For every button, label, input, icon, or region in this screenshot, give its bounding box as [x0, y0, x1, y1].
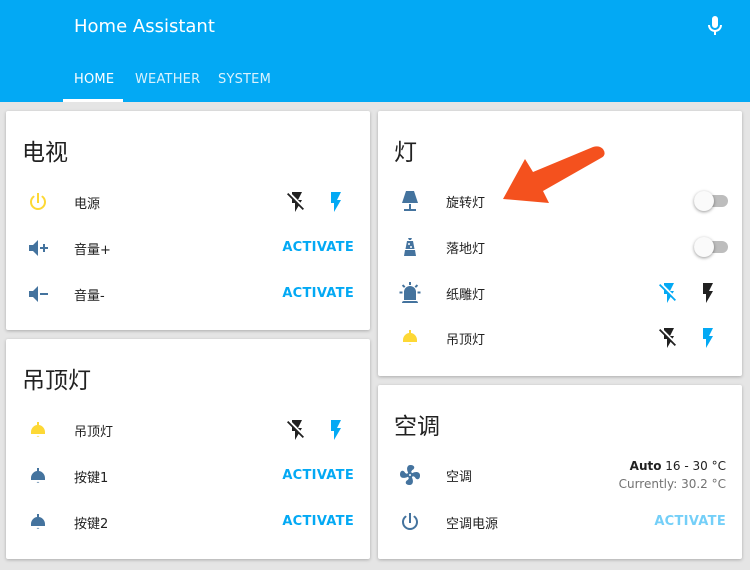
volume-down-row: 音量- ACTIVATE	[6, 274, 370, 314]
climate-state: Auto 16 - 30 °C Currently: 30.2 °C	[619, 457, 726, 493]
toggle-switch[interactable]	[694, 237, 728, 257]
annotation-arrow	[503, 146, 605, 203]
activate-button[interactable]: ACTIVATE	[282, 240, 354, 255]
tab-system[interactable]: SYSTEM	[218, 72, 271, 87]
row-label: 旋转灯	[446, 196, 486, 211]
row-label: 音量+	[74, 243, 111, 258]
power-icon	[30, 193, 46, 210]
row-label: 音量-	[74, 289, 105, 304]
flash-off-icon[interactable]	[657, 326, 681, 350]
row-label: 吊顶灯	[74, 425, 114, 440]
app-header: Home Assistant HOME WEATHER SYSTEM	[0, 0, 750, 102]
row-label: 纸雕灯	[446, 288, 486, 303]
row-label: 按键1	[74, 471, 109, 486]
volume-minus-icon	[29, 286, 48, 302]
row-label: 电源	[74, 197, 101, 212]
microphone-icon[interactable]	[703, 14, 727, 38]
ceiling-light-icon	[31, 422, 45, 437]
ac-climate-row: 空调 Auto 16 - 30 °C Currently: 30.2 °C	[378, 455, 742, 495]
climate-mode: Auto	[629, 459, 662, 473]
ceiling-light-row: 吊顶灯	[6, 410, 370, 450]
tab-weather[interactable]: WEATHER	[135, 72, 200, 87]
volume-plus-icon	[29, 240, 48, 256]
tv-card: 电视 电源 音量+ ACTIVATE 音量- ACTIVATE	[6, 111, 370, 330]
power-icon	[402, 513, 418, 530]
ceiling-card: 吊顶灯 吊顶灯 按键1 ACTIVATE 按键2 ACTIVATE	[6, 339, 370, 559]
toggle-thumb	[694, 191, 714, 211]
volume-up-row: 音量+ ACTIVATE	[6, 228, 370, 268]
card-title: 电视	[22, 140, 68, 166]
paper-lamp-row: 纸雕灯	[378, 273, 742, 313]
flash-off-icon[interactable]	[285, 418, 309, 442]
toggle-thumb	[694, 237, 714, 257]
card-title: 吊顶灯	[22, 368, 91, 394]
ac-power-row: 空调电源 ACTIVATE	[378, 502, 742, 542]
card-title: 空调	[394, 414, 440, 440]
alarm-light-icon	[399, 282, 421, 303]
flash-off-icon[interactable]	[657, 281, 681, 305]
app-title: Home Assistant	[74, 16, 215, 37]
card-title: 灯	[394, 140, 417, 166]
climate-current-temp: Currently: 30.2 °C	[618, 477, 726, 491]
row-label: 按键2	[74, 517, 109, 532]
button2-row: 按键2 ACTIVATE	[6, 502, 370, 542]
flash-on-icon[interactable]	[324, 418, 348, 442]
activate-button[interactable]: ACTIVATE	[282, 286, 354, 301]
bell-icon	[31, 514, 45, 529]
button1-row: 按键1 ACTIVATE	[6, 456, 370, 496]
toggle-switch[interactable]	[694, 191, 728, 211]
activate-button[interactable]: ACTIVATE	[282, 468, 354, 483]
activate-button[interactable]: ACTIVATE	[282, 514, 354, 529]
lamp-icon	[402, 191, 418, 211]
bell-icon	[31, 468, 45, 483]
row-label: 空调	[446, 470, 473, 485]
tv-power-row: 电源	[6, 182, 370, 222]
tab-home[interactable]: HOME	[74, 72, 114, 87]
air-conditioner-icon	[400, 465, 421, 485]
floor-lamp-row: 落地灯	[378, 227, 742, 267]
flash-on-icon[interactable]	[324, 190, 348, 214]
row-label: 空调电源	[446, 517, 499, 532]
ac-card: 空调 空调 Auto 16 - 30 °C Currently: 30.2 °C…	[378, 385, 742, 559]
flash-on-icon[interactable]	[696, 281, 720, 305]
lava-lamp-icon	[404, 238, 416, 256]
flash-off-icon[interactable]	[285, 190, 309, 214]
ceiling-light-icon	[403, 330, 417, 345]
active-tab-indicator	[63, 99, 123, 102]
row-label: 落地灯	[446, 242, 486, 257]
ceiling-light-row: 吊顶灯	[378, 318, 742, 358]
flash-on-icon[interactable]	[696, 326, 720, 350]
activate-button[interactable]: ACTIVATE	[654, 514, 726, 529]
climate-target-range: 16 - 30 °C	[665, 459, 726, 473]
row-label: 吊顶灯	[446, 333, 486, 348]
